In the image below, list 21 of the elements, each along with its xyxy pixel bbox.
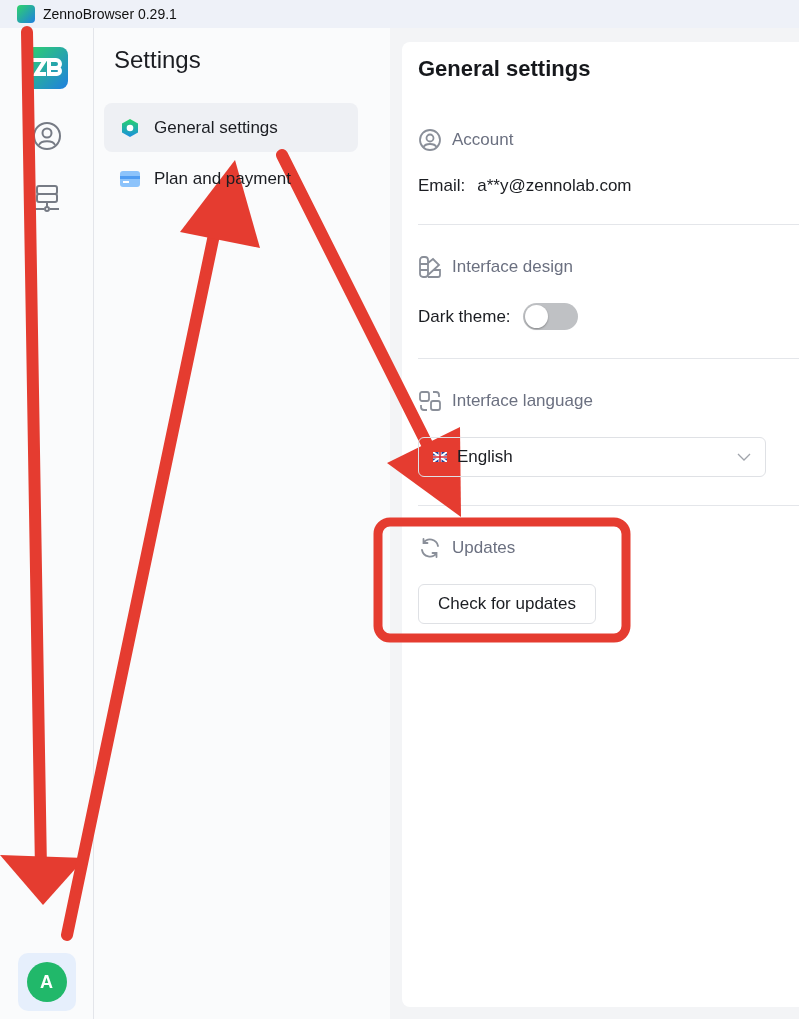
user-icon [418, 128, 442, 152]
translate-icon [418, 389, 442, 413]
field-label: Email: [418, 176, 466, 196]
app-icon [17, 5, 35, 23]
section-heading: Interface design [452, 257, 573, 277]
hexagon-icon [120, 117, 140, 138]
sidebar-item[interactable]: General settings [104, 103, 358, 152]
chevron-down-icon [737, 453, 751, 461]
section-heading: Interface language [452, 391, 593, 411]
card-icon [120, 170, 140, 187]
email-value: a**y@zennolab.com [477, 176, 632, 196]
field-label: Dark theme: [418, 306, 511, 327]
refresh-icon [418, 536, 442, 560]
section-heading: Updates [452, 538, 516, 558]
page-title: Settings [113, 45, 202, 75]
window-title: ZennoBrowser 0.29.1 [43, 6, 177, 22]
palette-icon [418, 255, 442, 279]
section-heading: Account [452, 130, 514, 150]
section-title: General settings [418, 56, 592, 82]
check-updates-button[interactable]: Check for updates [418, 584, 596, 624]
toggle-switch[interactable] [522, 303, 578, 330]
